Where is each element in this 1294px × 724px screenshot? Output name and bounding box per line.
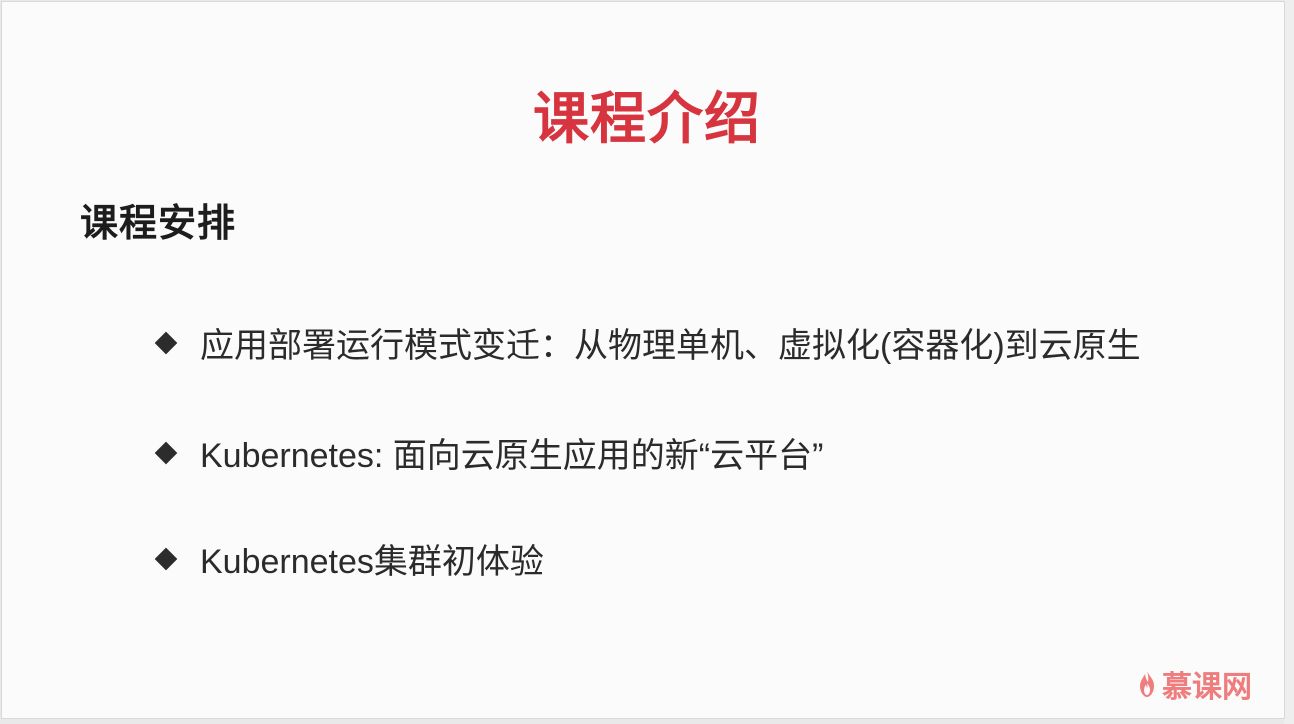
section-title: 课程安排 <box>80 203 237 245</box>
bullet-text-1: 应用部署运行模式变迁：从物理单机、虚拟化(容器化)到云原生 <box>200 327 1141 365</box>
brand-name: 慕课网 <box>1162 671 1252 704</box>
bullet-item-2: Kubernetes: 面向云原生应用的新“云平台” <box>154 428 824 477</box>
bullet-text-3: Kubernetes集群初体验 <box>200 543 544 581</box>
diamond-bullet-icon <box>154 547 178 570</box>
bullet-item-3: Kubernetes集群初体验 <box>154 534 544 583</box>
slide-title: 课程介绍 <box>533 87 761 150</box>
diamond-bullet-icon <box>154 441 178 464</box>
flame-icon <box>1138 670 1156 698</box>
slide-canvas: 课程介绍 课程安排 应用部署运行模式变迁：从物理单机、虚拟化(容器化)到云原生 … <box>2 2 1284 718</box>
brand-watermark: 慕课网 <box>1138 662 1252 706</box>
diamond-bullet-icon <box>154 331 178 354</box>
bullet-item-1: 应用部署运行模式变迁：从物理单机、虚拟化(容器化)到云原生 <box>154 318 1141 367</box>
bullet-text-2: Kubernetes: 面向云原生应用的新“云平台” <box>200 437 824 475</box>
